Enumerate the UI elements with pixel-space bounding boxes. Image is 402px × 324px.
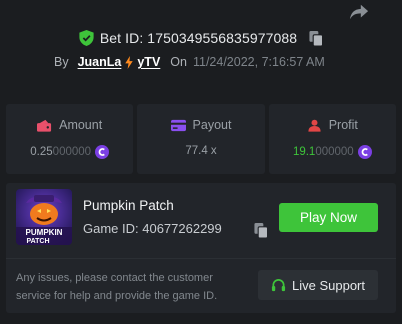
username-part1: JuanLa	[77, 55, 122, 69]
amount-stat: Amount 0.25 000000	[6, 104, 134, 174]
card-icon	[170, 119, 186, 131]
stats-row: Amount 0.25 000000 Payout 77.4 x Profit …	[6, 104, 396, 174]
bet-id: Bet ID: 1750349556835977088	[99, 30, 298, 46]
game-card: PUMPKIN PATCH Pumpkin Patch Game ID: 406…	[6, 183, 396, 313]
user-icon	[308, 119, 321, 132]
amount-label: Amount	[59, 118, 103, 132]
on-label: On	[170, 55, 187, 69]
game-thumbnail[interactable]: PUMPKIN PATCH	[16, 189, 72, 245]
coin-icon	[95, 145, 110, 159]
thumb-subtitle: PATCH	[26, 238, 49, 245]
profit-value: 19.1 000000	[269, 145, 396, 159]
shield-check-icon	[79, 30, 94, 46]
payout-value: 77.4 x	[185, 145, 217, 157]
profit-stat: Profit 19.1 000000	[268, 104, 396, 174]
divider	[6, 258, 396, 259]
play-now-button[interactable]: Play Now	[279, 203, 378, 232]
copy-icon[interactable]	[254, 223, 268, 238]
username-part2: yTV	[137, 55, 161, 69]
payout-label: Payout	[192, 118, 232, 132]
bet-detail-panel: Bet ID: 1750349556835977088 By JuanLa yT…	[0, 0, 402, 324]
live-support-button[interactable]: Live Support	[258, 270, 378, 300]
game-name: Pumpkin Patch	[83, 198, 174, 213]
amount-value-dim: 000000	[52, 146, 92, 158]
profit-value-dim: 000000	[315, 146, 354, 158]
support-help-text: Any issues, please contact the customer …	[16, 272, 218, 302]
amount-value-main: 0.25	[30, 146, 53, 158]
copy-icon[interactable]	[309, 30, 324, 46]
share-icon[interactable]	[348, 2, 370, 22]
bet-id-row: Bet ID: 1750349556835977088	[0, 30, 402, 46]
game-id: Game ID: 40677262299	[83, 221, 222, 236]
by-label: By	[54, 55, 69, 69]
payout-stat: Payout 77.4 x	[137, 104, 265, 174]
profit-value-main: 19.1	[292, 146, 316, 158]
username-link[interactable]: JuanLa yTV	[78, 55, 161, 69]
profit-label: Profit	[328, 118, 358, 132]
lightning-icon	[125, 55, 134, 69]
headset-icon	[271, 278, 286, 291]
amount-value: 0.25 000000	[6, 145, 133, 159]
thumb-title: PUMPKIN	[26, 228, 63, 237]
bet-date: 11/24/2022, 7:16:57 AM	[192, 55, 325, 69]
live-support-label: Live Support	[292, 277, 365, 293]
wallet-icon	[37, 119, 52, 132]
author-row: By JuanLa yTV On 11/24/2022, 7:16:57 AM	[54, 55, 325, 69]
coin-icon	[357, 145, 372, 159]
